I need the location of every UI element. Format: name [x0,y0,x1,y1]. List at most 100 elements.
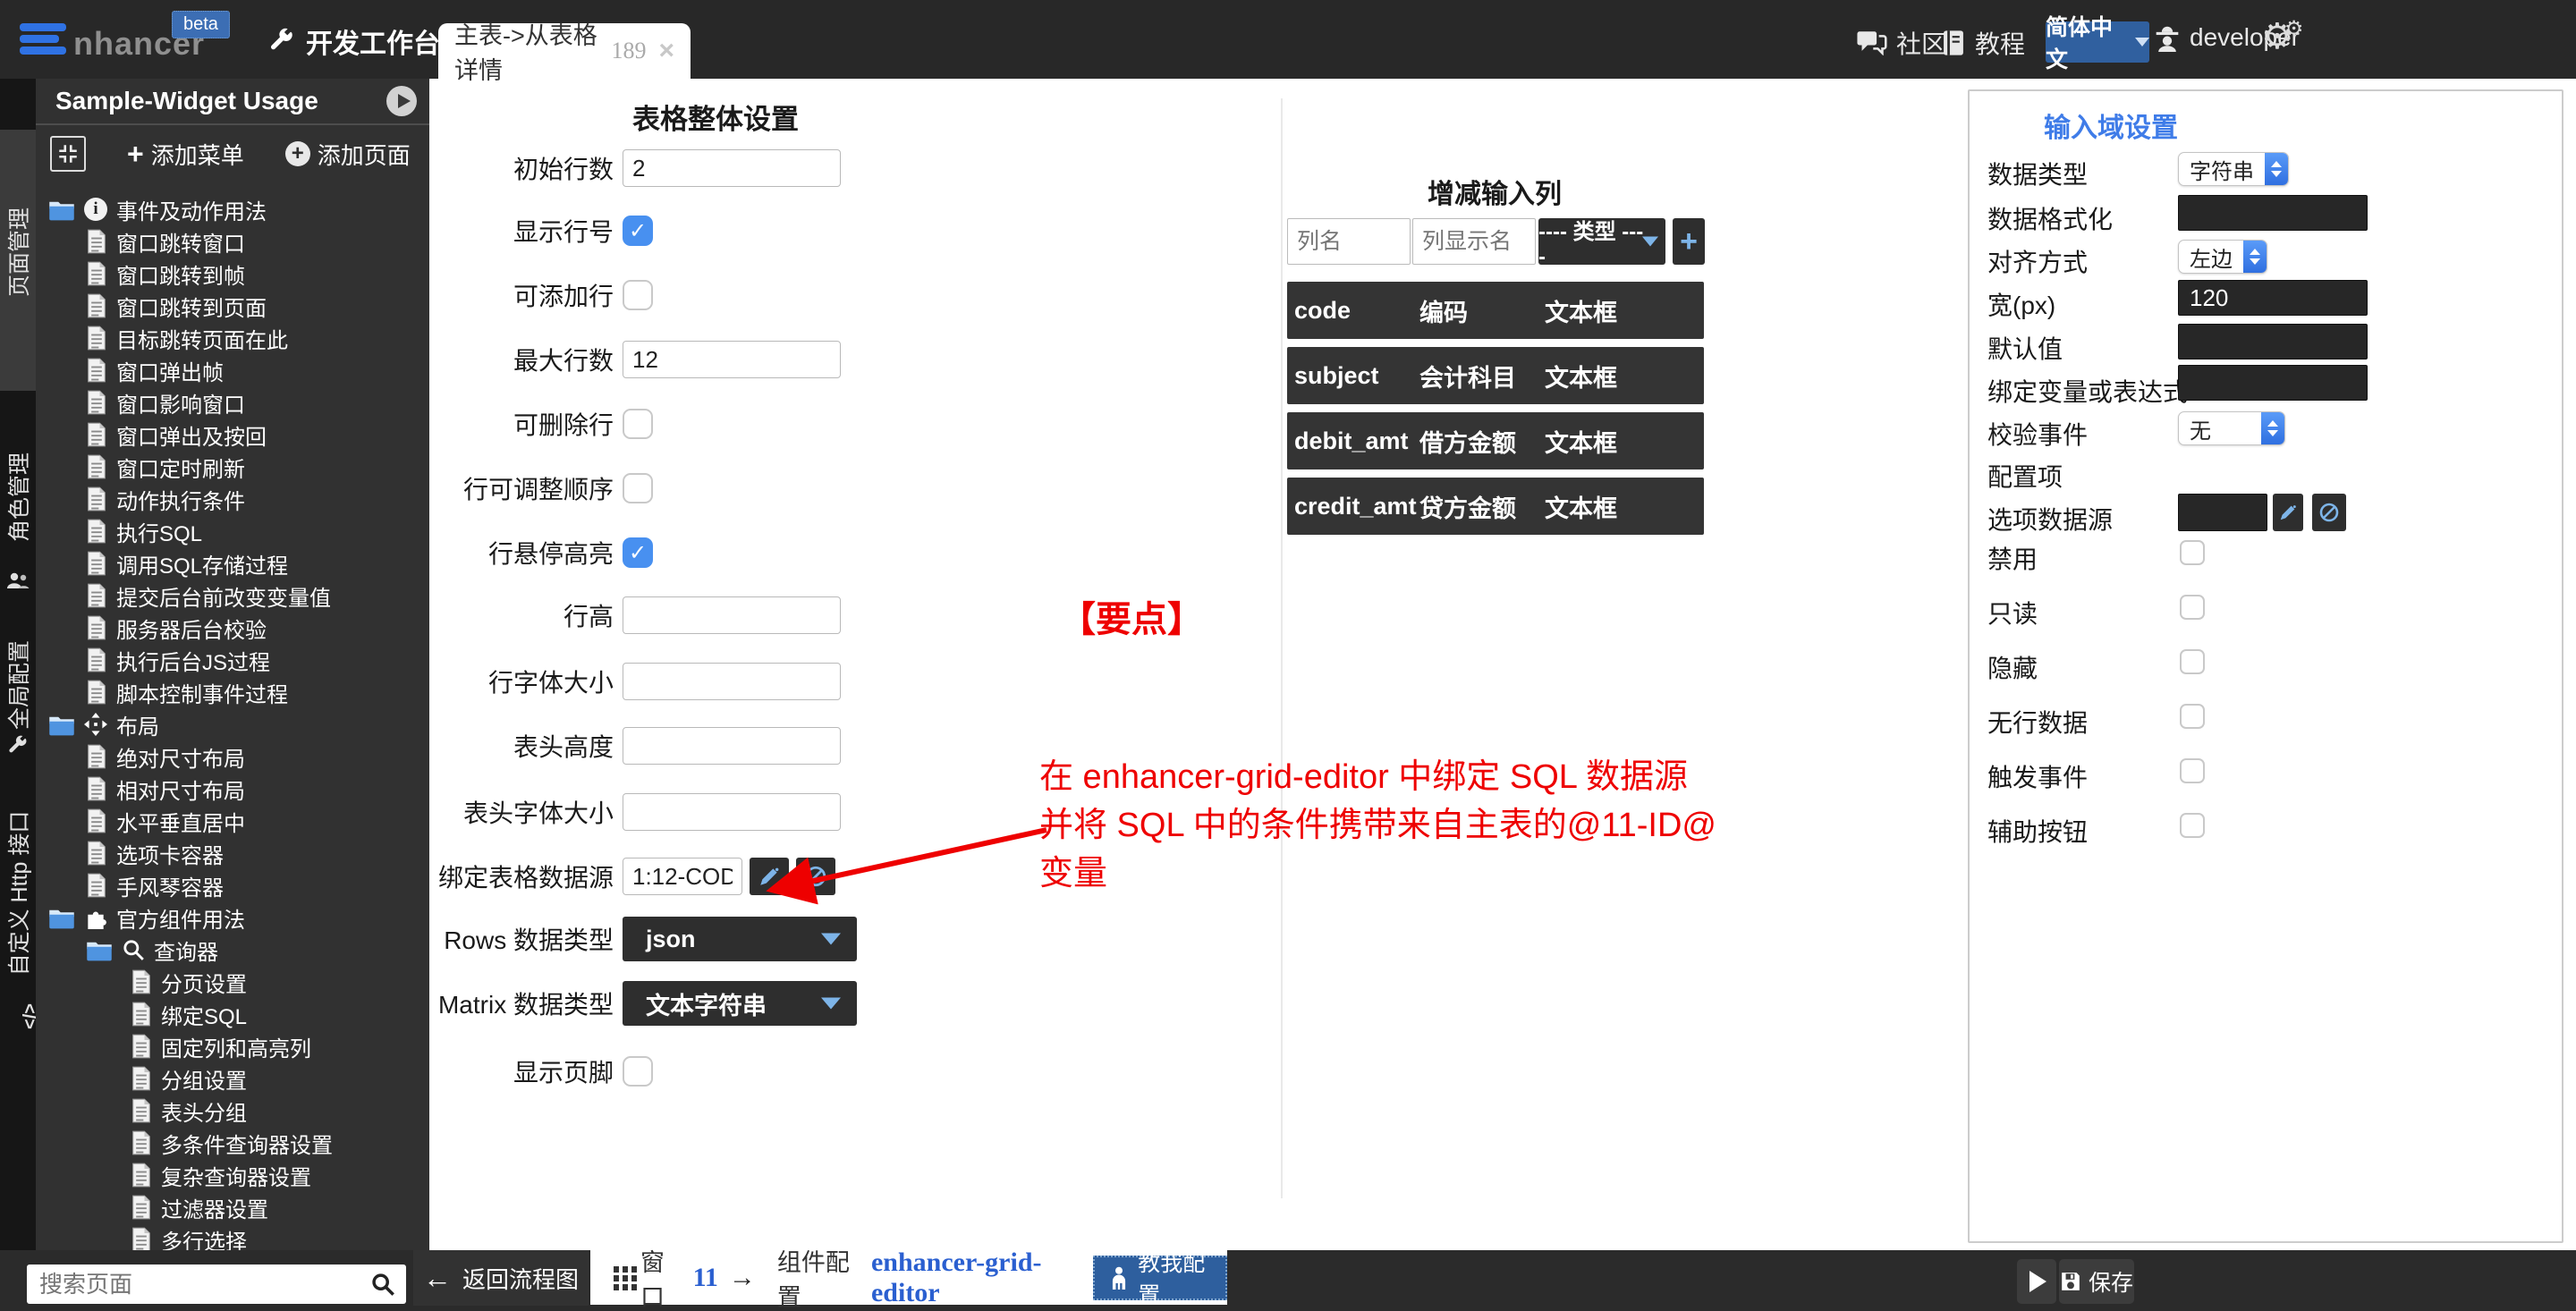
initial-rows-input[interactable] [623,149,841,187]
tutorial-label: 教程 [1975,25,2025,61]
tree-item[interactable]: i 目标跳转页面在此 [36,322,429,354]
breadcrumb-window-number[interactable]: 11 [693,1263,718,1293]
tree-item[interactable]: i 窗口弹出及按回 [36,419,429,451]
max-rows-input[interactable] [623,341,841,378]
field-option-checkbox[interactable] [2180,595,2205,620]
tree-item[interactable]: i 窗口弹出帧 [36,354,429,386]
default-value-input[interactable] [2178,324,2368,359]
matrix-datatype-dropdown[interactable]: 文本字符串 [623,981,857,1026]
column-display-input[interactable] [1412,218,1536,265]
field-option-checkbox[interactable] [2180,813,2205,838]
tree-item[interactable]: i 过滤器设置 [36,1191,429,1223]
tree-item[interactable]: i 分组设置 [36,1062,429,1095]
tree-item[interactable]: i 窗口跳转到帧 [36,258,429,290]
tree-item[interactable]: i 水平垂直居中 [36,805,429,837]
tree-item[interactable]: i 提交后台前改变变量值 [36,579,429,612]
tree-item[interactable]: i 多条件查询器设置 [36,1127,429,1159]
save-button[interactable]: 保存 [2059,1259,2134,1304]
field-option-checkbox[interactable] [2180,704,2205,729]
community-link[interactable]: 社区 [1857,25,1946,61]
rail-item-custom-http-api[interactable]: 自定义 Http 接口 </> [0,769,36,1034]
row-hover-highlight-checkbox[interactable] [623,537,653,568]
breadcrumb-window-label[interactable]: 窗口 [640,1243,682,1311]
header-height-input[interactable] [623,727,841,765]
add-menu-button[interactable]: + 添加菜单 [127,138,244,171]
back-to-flowchart-button[interactable]: ← 返回流程图 [413,1250,589,1306]
add-page-button[interactable]: + 添加页面 [285,138,411,171]
column-row[interactable]: subject 会计科目 文本框 [1287,347,1704,404]
tree-item[interactable]: i 窗口跳转窗口 [36,225,429,258]
tree-item-label: 脚本控制事件过程 [116,677,288,708]
tree-item[interactable]: i 手风琴容器 [36,869,429,901]
tree-item[interactable]: i 绝对尺寸布局 [36,740,429,773]
validate-event-select[interactable]: 无 [2178,411,2285,445]
align-select[interactable]: 左边 [2178,240,2267,274]
column-name-input[interactable] [1287,218,1411,265]
tab-badge: 189 [611,38,646,64]
field-option-checkbox[interactable] [2180,649,2205,674]
tutorial-link[interactable]: 教程 [1941,25,2025,61]
field-option-checkbox[interactable] [2180,540,2205,565]
tree-item[interactable]: i 表头分组 [36,1095,429,1127]
search-input[interactable] [27,1271,370,1298]
column-row[interactable]: credit_amt 贷方金额 文本框 [1287,478,1704,535]
row-height-input[interactable] [623,596,841,634]
tree-item[interactable]: i 复杂查询器设置 [36,1159,429,1191]
column-row[interactable]: debit_amt 借方金额 文本框 [1287,412,1704,469]
teach-me-config-button[interactable]: 教我配置 [1093,1256,1227,1300]
breadcrumb-component-name[interactable]: enhancer-grid-editor [871,1248,1077,1308]
rail-item-page-management[interactable]: 页面管理 [0,130,36,391]
workbench-menu[interactable]: 开发工作台 [268,21,440,61]
tree-item[interactable]: i 执行后台JS过程 [36,644,429,676]
allow-delete-row-checkbox[interactable] [623,409,653,439]
column-type-dropdown[interactable]: ---- 类型 ---- [1538,218,1665,265]
tree-item[interactable]: i 绑定SQL [36,998,429,1030]
tree-item[interactable]: i 选项卡容器 [36,837,429,869]
tree-item[interactable]: i 调用SQL存储过程 [36,547,429,579]
tree-item[interactable]: i 查询器 [36,934,429,966]
width-input[interactable]: 120 [2178,280,2368,316]
search-icon[interactable] [370,1272,395,1297]
tree-item[interactable]: i 服务器后台校验 [36,612,429,644]
row-font-size-input[interactable] [623,663,841,700]
add-column-button[interactable]: + [1673,218,1705,265]
edit-options-datasource-button[interactable] [2273,494,2303,531]
tree-item[interactable]: i 动作执行条件 [36,483,429,515]
stepper-icon [2265,153,2288,185]
tree-item-label: 水平垂直居中 [116,806,245,837]
tree-item[interactable]: i 固定列和高亮列 [36,1030,429,1062]
tree-item[interactable]: i 窗口影响窗口 [36,386,429,419]
field-option-checkbox[interactable] [2180,758,2205,783]
options-datasource-input[interactable] [2178,494,2267,531]
collapse-all-icon[interactable] [50,136,86,172]
rail-item-role-management[interactable]: 角色管理 [0,407,36,598]
tree-item[interactable]: i 相对尺寸布局 [36,773,429,805]
table-datasource-input[interactable] [623,858,742,895]
tree-item[interactable]: i 窗口跳转到页面 [36,290,429,322]
tab-main-detail[interactable]: 主表->从表格详情 189 × [438,23,691,79]
rows-datatype-dropdown[interactable]: json [623,917,857,961]
tree-item[interactable]: i 布局 [36,708,429,740]
language-select-button[interactable]: 简体中文 [2046,21,2149,63]
rail-item-global-config[interactable]: 全局配置 [0,615,36,764]
tree-item[interactable]: i 事件及动作用法 [36,193,429,225]
bind-variable-input[interactable] [2178,365,2368,401]
tree-item[interactable]: i 分页设置 [36,966,429,998]
tree-item[interactable]: i 官方组件用法 [36,901,429,934]
clear-options-datasource-button[interactable] [2312,494,2346,531]
tree-item[interactable]: i 脚本控制事件过程 [36,676,429,708]
data-type-select[interactable]: 字符串 [2178,152,2289,186]
tree-item[interactable]: i 执行SQL [36,515,429,547]
show-row-number-checkbox[interactable] [623,216,653,246]
row-reorder-checkbox[interactable] [623,473,653,503]
breadcrumb-arrow-icon: → [729,1263,756,1293]
run-button[interactable] [2017,1259,2056,1304]
tab-close-icon[interactable]: × [658,36,674,66]
show-footer-checkbox[interactable] [623,1056,653,1087]
column-row[interactable]: code 编码 文本框 [1287,282,1704,339]
allow-add-row-checkbox[interactable] [623,280,653,310]
run-project-icon[interactable] [386,86,417,116]
data-format-input[interactable] [2178,195,2368,231]
settings-gear-icon[interactable]: ⚙⚙ [2261,16,2312,57]
tree-item[interactable]: i 窗口定时刷新 [36,451,429,483]
